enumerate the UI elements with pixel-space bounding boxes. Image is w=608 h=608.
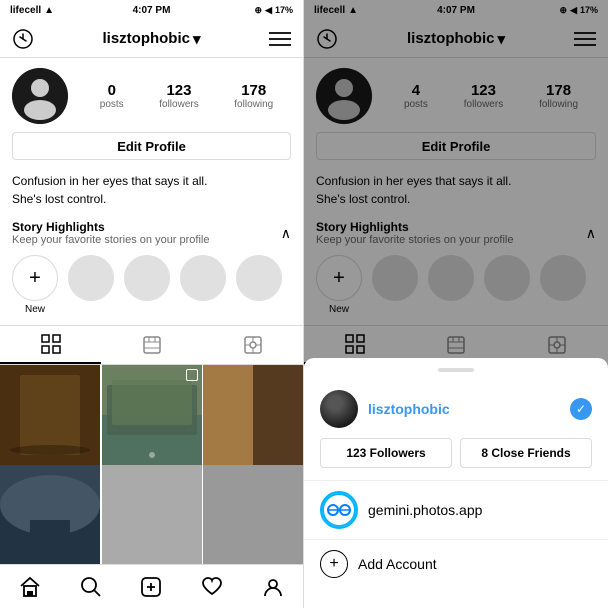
chevron-icon-left: ▾ <box>193 30 201 48</box>
settings-icon: ⊕ <box>255 5 263 16</box>
highlight-circle-2-left <box>124 255 170 301</box>
posts-label-left: posts <box>100 99 124 110</box>
followers-count-left: 123 <box>166 82 191 99</box>
photo-badge-left <box>186 369 198 381</box>
avatar-left <box>12 68 68 124</box>
photo-6-left[interactable] <box>203 465 303 564</box>
bio-line1-left: Confusion in her eyes that says it all. <box>12 172 291 190</box>
photo-4-left[interactable] <box>0 465 100 564</box>
plus-add-icon: + <box>329 556 338 572</box>
menu-icon-left[interactable] <box>269 32 291 46</box>
photo-1-left[interactable] <box>0 365 100 465</box>
photo-2-left[interactable] <box>102 365 202 465</box>
highlights-chevron-left: ∧ <box>281 225 291 242</box>
highlights-title-left: Story Highlights Keep your favorite stor… <box>12 220 210 246</box>
highlight-1-left[interactable] <box>68 255 114 315</box>
status-bar-left: lifecell ▲ 4:07 PM ⊕ ◀ 17% <box>0 0 303 20</box>
popup-user-row[interactable]: lisztophobic ✓ <box>304 384 608 438</box>
search-nav-left[interactable] <box>73 569 109 605</box>
tab-grid-left[interactable] <box>0 326 101 364</box>
highlight-3-left[interactable] <box>180 255 226 315</box>
photo-3-left[interactable] <box>203 365 303 465</box>
bio-line2-left: She's lost control. <box>12 190 291 208</box>
battery-left: 17% <box>275 5 293 15</box>
carrier-left: lifecell <box>10 5 41 16</box>
back-clock-icon[interactable] <box>12 28 34 50</box>
add-account-row[interactable]: + Add Account <box>304 540 608 588</box>
following-count-left: 178 <box>241 82 266 99</box>
popup-overlay[interactable]: lisztophobic ✓ 123 Followers 8 Close Fri… <box>304 0 608 608</box>
nav-title-left[interactable]: lisztophobic ▾ <box>102 30 200 48</box>
popup-avatar <box>320 390 358 428</box>
popup-check-icon: ✓ <box>570 398 592 420</box>
status-left: lifecell ▲ <box>10 5 54 16</box>
stat-following-left[interactable]: 178 following <box>234 82 273 110</box>
posts-count-left: 0 <box>108 82 116 99</box>
followers-label-left: followers <box>159 99 198 110</box>
plus-icon-left: + <box>29 268 41 288</box>
bio-section-left: Confusion in her eyes that says it all. … <box>0 166 303 212</box>
highlight-new-left[interactable]: + New <box>12 255 58 315</box>
add-account-label: Add Account <box>358 556 437 572</box>
new-highlight-circle-left[interactable]: + <box>12 255 58 301</box>
add-account-icon: + <box>320 550 348 578</box>
highlight-circle-1-left <box>68 255 114 301</box>
stat-posts-left: 0 posts <box>100 82 124 110</box>
highlights-section-left: Story Highlights Keep your favorite stor… <box>0 212 303 325</box>
followers-btn[interactable]: 123 Followers <box>320 438 452 468</box>
likes-nav-left[interactable] <box>194 569 230 605</box>
highlights-header-left: Story Highlights Keep your favorite stor… <box>12 220 291 246</box>
tab-reels-left[interactable] <box>101 326 202 364</box>
popup-app-row[interactable]: gemini.photos.app <box>304 481 608 539</box>
popup-username[interactable]: lisztophobic <box>368 401 560 417</box>
tab-icons-left <box>0 325 303 365</box>
right-phone-panel: lifecell ▲ 4:07 PM ⊕ ◀ 17% lisztophobic … <box>304 0 608 608</box>
highlight-circle-4-left <box>236 255 282 301</box>
photo-5-left[interactable] <box>102 465 202 564</box>
status-right: ⊕ ◀ 17% <box>255 5 293 16</box>
highlight-circle-3-left <box>180 255 226 301</box>
highlights-row-left: + New <box>12 249 291 321</box>
photos-grid-left <box>0 365 303 564</box>
popup-action-row: 123 Followers 8 Close Friends <box>304 438 608 480</box>
stats-row-left: 0 posts 123 followers 178 following <box>82 82 291 110</box>
new-label-left: New <box>25 304 45 315</box>
highlight-4-left[interactable] <box>236 255 282 315</box>
nav-bar-left: lisztophobic ▾ <box>0 20 303 58</box>
gemini-app-icon <box>320 491 358 529</box>
time-left: 4:07 PM <box>133 5 171 16</box>
edit-profile-btn-left[interactable]: Edit Profile <box>12 132 291 160</box>
highlights-sub-left: Keep your favorite stories on your profi… <box>12 234 210 246</box>
profile-top-left: 0 posts 123 followers 178 following <box>12 68 291 124</box>
profile-nav-left[interactable] <box>255 569 291 605</box>
check-mark: ✓ <box>576 402 586 416</box>
left-phone-panel: lifecell ▲ 4:07 PM ⊕ ◀ 17% lisztophobic … <box>0 0 304 608</box>
highlights-title-text-left: Story Highlights <box>12 220 210 234</box>
new-post-nav-left[interactable] <box>133 569 169 605</box>
home-nav-left[interactable] <box>12 569 48 605</box>
app-name-label: gemini.photos.app <box>368 502 482 518</box>
username-title-left: lisztophobic <box>102 30 190 47</box>
popup-sheet: lisztophobic ✓ 123 Followers 8 Close Fri… <box>304 358 608 608</box>
location-icon: ◀ <box>265 5 272 16</box>
wifi-icon: ▲ <box>44 5 54 16</box>
tab-tagged-left[interactable] <box>202 326 303 364</box>
following-label-left: following <box>234 99 273 110</box>
stat-followers-left[interactable]: 123 followers <box>159 82 198 110</box>
close-friends-btn[interactable]: 8 Close Friends <box>460 438 592 468</box>
bottom-nav-left <box>0 564 303 608</box>
popup-handle <box>438 368 474 372</box>
highlight-2-left[interactable] <box>124 255 170 315</box>
profile-section-left: 0 posts 123 followers 178 following Edit… <box>0 58 303 166</box>
